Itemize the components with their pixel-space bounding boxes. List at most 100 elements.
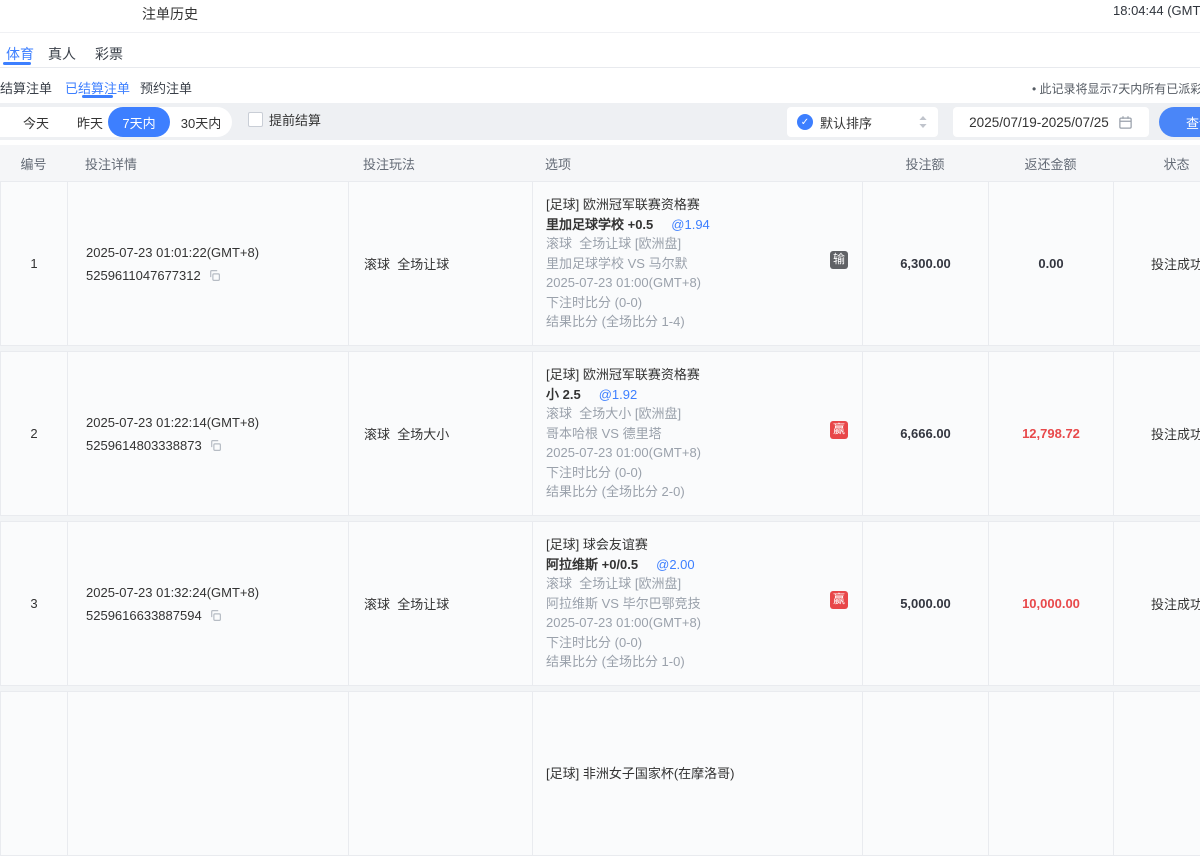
calendar-icon xyxy=(1118,115,1133,130)
table-body: 1 2025-07-23 01:01:22(GMT+8) 52596110476… xyxy=(0,181,1200,856)
league-name: [足球] 非洲女子国家杯(在摩洛哥) xyxy=(546,764,862,784)
score-at-bet: 下注时比分 (0-0) xyxy=(546,633,862,653)
bet-detail-cell xyxy=(68,692,349,855)
date-range-value: 2025/07/19-2025/07/25 xyxy=(969,115,1109,130)
bet-time: 2025-07-23 01:32:24(GMT+8) xyxy=(86,581,348,604)
table-row: [足球] 非洲女子国家杯(在摩洛哥) xyxy=(0,691,1200,856)
score-at-bet: 下注时比分 (0-0) xyxy=(546,293,862,313)
score-result: 结果比分 (全场比分 1-4) xyxy=(546,312,862,332)
subtab-reserved[interactable]: 预约注单 xyxy=(140,78,192,97)
bet-play-type: 滚球 全场让球 xyxy=(349,182,533,345)
copy-icon[interactable] xyxy=(208,269,221,282)
odds-value: @1.92 xyxy=(599,385,638,405)
payout-amount: 10,000.00 xyxy=(989,522,1114,685)
bet-status: 投注成功 xyxy=(1114,182,1200,345)
date-range-picker[interactable]: 2025/07/19-2025/07/25 xyxy=(953,107,1149,137)
early-settle-option[interactable]: 提前结算 xyxy=(248,110,321,129)
active-subtab-underline xyxy=(82,95,113,98)
early-settle-checkbox[interactable] xyxy=(248,112,263,127)
tab-lottery[interactable]: 彩票 xyxy=(95,44,123,64)
filter-30days[interactable]: 30天内 xyxy=(170,107,232,137)
payout-amount xyxy=(989,692,1114,855)
copy-icon[interactable] xyxy=(209,609,222,622)
row-number xyxy=(1,692,68,855)
score-at-bet: 下注时比分 (0-0) xyxy=(546,463,862,483)
col-header-no: 编号 xyxy=(0,154,67,173)
col-header-play: 投注玩法 xyxy=(348,154,532,173)
filter-yesterday[interactable]: 昨天 xyxy=(72,107,108,137)
market-info: 滚球 全场让球 [欧洲盘] xyxy=(546,574,862,594)
row-number: 2 xyxy=(1,352,68,515)
table-header: 编号 投注详情 投注玩法 选项 投注额 返还金额 状态 xyxy=(0,145,1200,181)
search-button[interactable]: 查询 xyxy=(1159,107,1200,137)
pick-selection: 里加足球学校 +0.5 xyxy=(546,215,653,235)
payout-amount: 12,798.72 xyxy=(989,352,1114,515)
sort-arrows-icon xyxy=(918,115,928,129)
divider xyxy=(0,32,1200,33)
stake-amount: 6,666.00 xyxy=(863,352,989,515)
bet-detail-cell: 2025-07-23 01:22:14(GMT+8) 5259614803338… xyxy=(68,352,349,515)
league-name: [足球] 欧洲冠军联赛资格赛 xyxy=(546,365,862,385)
outcome-badge: 赢 xyxy=(830,591,848,609)
bet-detail-cell: 2025-07-23 01:01:22(GMT+8) 5259611047677… xyxy=(68,182,349,345)
table-row: 1 2025-07-23 01:01:22(GMT+8) 52596110476… xyxy=(0,181,1200,346)
bet-play-type xyxy=(349,692,533,855)
stake-amount: 5,000.00 xyxy=(863,522,989,685)
bet-status: 投注成功 xyxy=(1114,522,1200,685)
table-row: 2 2025-07-23 01:22:14(GMT+8) 52596148033… xyxy=(0,351,1200,516)
bet-id: 5259616633887594 xyxy=(86,604,202,627)
filter-today[interactable]: 今天 xyxy=(0,107,72,137)
divider xyxy=(0,67,1200,68)
odds-value: @2.00 xyxy=(656,555,695,575)
col-header-payout: 返还金额 xyxy=(988,154,1113,173)
bet-time: 2025-07-23 01:01:22(GMT+8) xyxy=(86,241,348,264)
bet-play-type: 滚球 全场让球 xyxy=(349,522,533,685)
stake-amount xyxy=(863,692,989,855)
bet-options-cell: [足球] 欧洲冠军联赛资格赛 里加足球学校 +0.5 @1.94 滚球 全场让球… xyxy=(533,182,863,345)
pick-selection: 阿拉维斯 +0/0.5 xyxy=(546,555,638,575)
tab-sports[interactable]: 体育 xyxy=(6,44,34,64)
col-header-status: 状态 xyxy=(1113,154,1200,173)
active-tab-underline xyxy=(3,62,31,65)
score-result: 结果比分 (全场比分 1-0) xyxy=(546,652,862,672)
outcome-badge: 赢 xyxy=(830,421,848,439)
match-teams: 哥本哈根 VS 德里塔 xyxy=(546,424,862,444)
row-number: 1 xyxy=(1,182,68,345)
col-header-stake: 投注额 xyxy=(862,154,988,173)
records-notice: • 此记录将显示7天内所有已派彩的 xyxy=(1032,80,1200,97)
league-name: [足球] 球会友谊赛 xyxy=(546,535,862,555)
bet-options-cell: [足球] 欧洲冠军联赛资格赛 小 2.5 @1.92 滚球 全场大小 [欧洲盘]… xyxy=(533,352,863,515)
bet-options-cell: [足球] 球会友谊赛 阿拉维斯 +0/0.5 @2.00 滚球 全场让球 [欧洲… xyxy=(533,522,863,685)
table-row: 3 2025-07-23 01:32:24(GMT+8) 52596166338… xyxy=(0,521,1200,686)
filter-bar: 今天 昨天 7天内 30天内 提前结算 ✓ 默认排序 2025/07/19-20… xyxy=(0,103,1200,140)
league-name: [足球] 欧洲冠军联赛资格赛 xyxy=(546,195,862,215)
col-header-detail: 投注详情 xyxy=(67,154,348,173)
match-teams: 阿拉维斯 VS 毕尔巴鄂竞技 xyxy=(546,594,862,614)
bet-detail-cell: 2025-07-23 01:32:24(GMT+8) 5259616633887… xyxy=(68,522,349,685)
check-circle-icon: ✓ xyxy=(797,114,813,130)
bet-options-cell: [足球] 非洲女子国家杯(在摩洛哥) xyxy=(533,692,863,855)
early-settle-label: 提前结算 xyxy=(269,110,321,129)
tab-live[interactable]: 真人 xyxy=(48,44,76,64)
bet-id: 5259614803338873 xyxy=(86,434,202,457)
payout-amount: 0.00 xyxy=(989,182,1114,345)
page-title: 注单历史 xyxy=(142,4,198,24)
market-info: 滚球 全场大小 [欧洲盘] xyxy=(546,404,862,424)
score-result: 结果比分 (全场比分 2-0) xyxy=(546,482,862,502)
col-header-options: 选项 xyxy=(532,154,862,173)
bet-time: 2025-07-23 01:22:14(GMT+8) xyxy=(86,411,348,434)
market-info: 滚球 全场让球 [欧洲盘] xyxy=(546,234,862,254)
sort-dropdown[interactable]: ✓ 默认排序 xyxy=(787,107,938,137)
bet-status xyxy=(1114,692,1200,855)
match-time: 2025-07-23 01:00(GMT+8) xyxy=(546,613,862,633)
match-time: 2025-07-23 01:00(GMT+8) xyxy=(546,443,862,463)
odds-value: @1.94 xyxy=(671,215,710,235)
server-clock: 18:04:44 (GMT+8 xyxy=(1113,3,1200,18)
bet-play-type: 滚球 全场大小 xyxy=(349,352,533,515)
pick-selection: 小 2.5 xyxy=(546,385,581,405)
subtab-unsettled[interactable]: 未结算注单 xyxy=(0,78,52,97)
row-number: 3 xyxy=(1,522,68,685)
filter-7days[interactable]: 7天内 xyxy=(108,107,170,137)
date-quick-filter-group: 今天 昨天 7天内 30天内 xyxy=(0,107,232,137)
copy-icon[interactable] xyxy=(209,439,222,452)
